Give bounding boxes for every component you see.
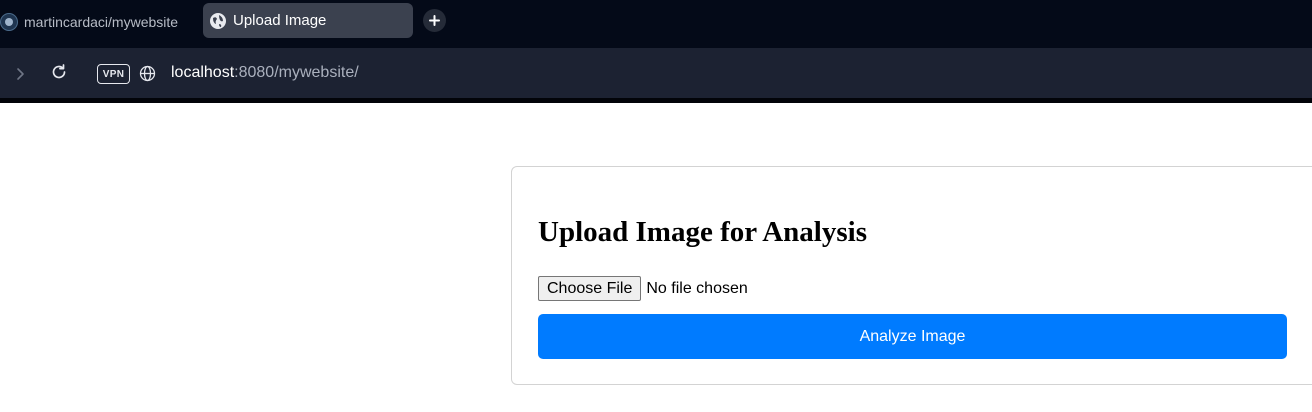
new-tab-button[interactable] (423, 9, 446, 32)
url-field[interactable]: localhost:8080/mywebsite/ (171, 64, 359, 82)
file-input: Choose File No file chosen (538, 276, 748, 301)
reload-icon[interactable] (50, 63, 68, 81)
github-icon (0, 13, 18, 31)
tab-bar: martincardaci/mywebsite Upload Image (0, 0, 1312, 48)
forward-icon[interactable] (12, 66, 28, 82)
tab-label: martincardaci/mywebsite (24, 14, 179, 30)
file-status-text: No file chosen (646, 279, 748, 297)
site-info-icon[interactable] (139, 65, 156, 82)
analyze-image-button[interactable]: Analyze Image (538, 314, 1287, 359)
url-path: :8080/mywebsite/ (234, 64, 359, 81)
plus-icon (429, 15, 440, 26)
toolbar-divider (0, 98, 1312, 103)
page-title: Upload Image for Analysis (538, 216, 867, 248)
tab-label: Upload Image (233, 12, 327, 29)
choose-file-button[interactable]: Choose File (538, 276, 642, 301)
globe-icon (209, 12, 227, 30)
url-host: localhost (171, 64, 235, 81)
tab-upload-image[interactable]: Upload Image (203, 3, 413, 38)
upload-card: Upload Image for Analysis Choose File No… (511, 166, 1312, 385)
tab-github[interactable]: martincardaci/mywebsite (0, 7, 196, 37)
vpn-badge[interactable]: VPN (97, 64, 130, 84)
